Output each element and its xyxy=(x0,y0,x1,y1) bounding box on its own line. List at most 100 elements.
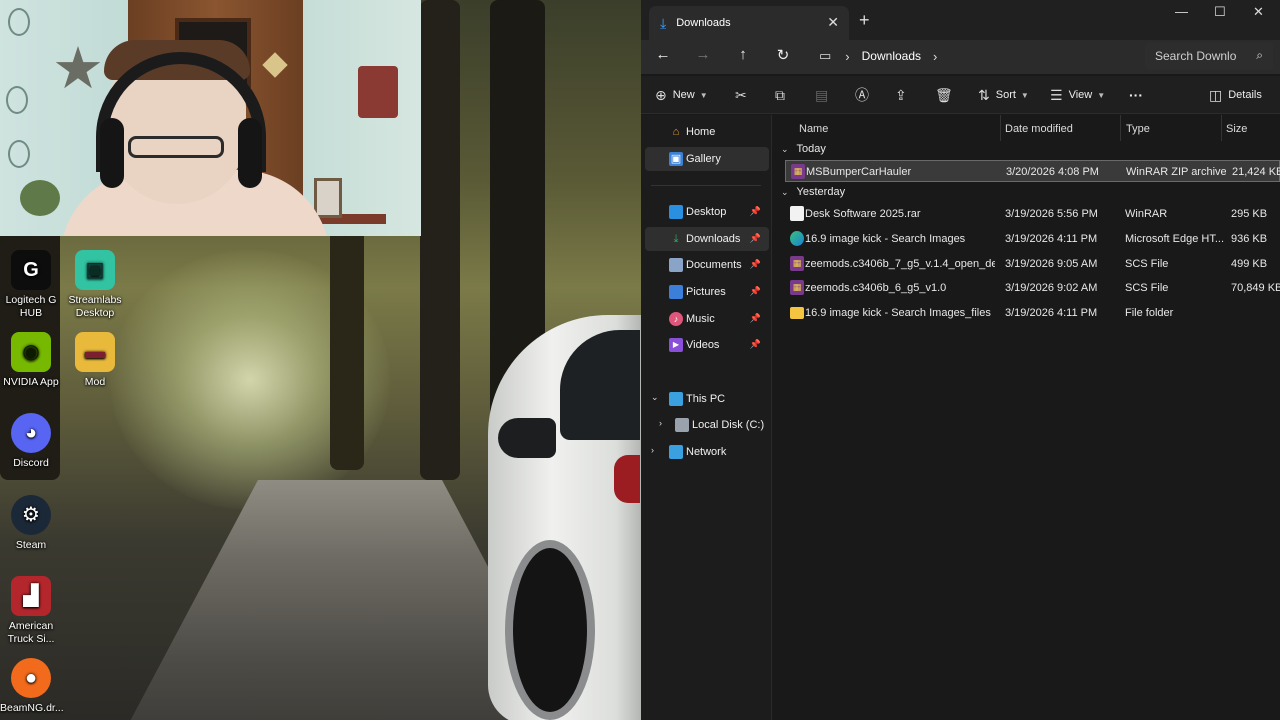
file-size: 499 KB xyxy=(1231,258,1268,270)
chevron-right-icon[interactable]: › xyxy=(651,445,654,455)
rename-button[interactable]: Ⓐ xyxy=(855,85,875,105)
group-label: Today xyxy=(796,143,826,155)
cut-button[interactable]: ✂ xyxy=(735,85,753,105)
new-tab-button[interactable]: + xyxy=(859,10,870,31)
file-type: Microsoft Edge HT... xyxy=(1125,233,1225,245)
desktop-shortcut-discord[interactable]: ◕ Discord xyxy=(0,413,62,470)
more-options-button[interactable]: ··· xyxy=(1129,85,1143,105)
photo-frame xyxy=(314,178,342,218)
file-list: Name Date modified Type Size ⌄ Today ▦ M… xyxy=(773,115,1280,720)
forward-button[interactable]: → xyxy=(691,46,715,68)
desktop-folder-mod[interactable]: ▬ Mod xyxy=(64,332,126,389)
nav-item-network[interactable]: › Network xyxy=(645,440,769,464)
file-icon xyxy=(790,206,804,221)
close-window-button[interactable]: ✕ xyxy=(1253,4,1264,20)
column-header-type[interactable]: Type xyxy=(1126,118,1150,140)
refresh-button[interactable]: ↻ xyxy=(771,46,795,68)
sort-label: Sort xyxy=(995,89,1016,101)
group-header-today[interactable]: ⌄ Today xyxy=(781,143,826,155)
chevron-right-icon[interactable]: › xyxy=(845,49,849,64)
sort-button[interactable]: ⇅ Sort ▼ xyxy=(978,85,1029,105)
desktop-shortcut-nvidia[interactable]: ◉ NVIDIA App xyxy=(0,332,62,389)
nav-item-desktop[interactable]: Desktop 📌 xyxy=(645,200,769,224)
desktop-shortcut-beamng[interactable]: ● BeamNG.dr... xyxy=(0,658,64,715)
desktop-shortcut-american-truck-simulator[interactable]: ▟ American Truck Si... xyxy=(0,576,62,646)
breadcrumb-downloads[interactable]: Downloads xyxy=(862,49,921,63)
desktop-shortcut-streamlabs[interactable]: ▣ Streamlabs Desktop xyxy=(64,250,126,320)
nav-item-local-disk[interactable]: › Local Disk (C:) xyxy=(645,413,769,437)
nav-label: This PC xyxy=(686,393,726,405)
delete-button[interactable]: 🗑 xyxy=(935,85,959,105)
column-divider[interactable] xyxy=(1221,115,1222,141)
tab-downloads[interactable]: ⤓ Downloads ✕ xyxy=(649,6,849,40)
file-date: 3/19/2026 4:11 PM xyxy=(1005,233,1098,245)
back-button[interactable]: ← xyxy=(651,46,675,68)
file-size: 936 KB xyxy=(1231,233,1268,245)
nav-item-this-pc[interactable]: ⌄ This PC xyxy=(645,387,769,411)
webcam-overlay: ★ xyxy=(0,0,421,236)
folder-icon xyxy=(790,307,804,319)
minimize-button[interactable]: — xyxy=(1175,4,1188,19)
download-icon: ⤓ xyxy=(673,233,679,245)
desktop-shortcut-logitech[interactable]: G Logitech G HUB xyxy=(0,250,62,320)
table-row[interactable]: 16.9 image kick - Search Images 3/19/202… xyxy=(785,228,1280,250)
wall-lamp xyxy=(8,8,30,36)
file-name: Desk Software 2025.rar xyxy=(805,208,921,220)
file-size: 21,424 KB xyxy=(1232,166,1280,178)
gallery-icon: ▣ xyxy=(669,152,683,166)
table-row[interactable]: ▦ zeemods.c3406b_7_g5_v.1.4_open_def 3/1… xyxy=(785,253,1280,275)
nav-item-pictures[interactable]: Pictures 📌 xyxy=(645,280,769,304)
navigation-pane: ⌂ Home ▣ Gallery Desktop 📌 ⤓ Downloads 📌… xyxy=(641,115,772,720)
breadcrumb[interactable]: ▭ › Downloads › xyxy=(811,42,1137,70)
nav-item-videos[interactable]: ▶ Videos 📌 xyxy=(645,333,769,357)
table-row[interactable]: ▦ zeemods.c3406b_6_g5_v1.0 3/19/2026 9:0… xyxy=(785,277,1280,299)
chevron-down-icon[interactable]: ⌄ xyxy=(651,392,659,403)
paste-button[interactable]: ▤ xyxy=(815,85,834,105)
desktop-shortcut-label: BeamNG.dr... xyxy=(0,702,64,714)
search-placeholder: Search Downlo xyxy=(1155,49,1237,63)
column-header-date-modified[interactable]: Date modified xyxy=(1005,118,1073,140)
view-icon: ☰ xyxy=(1050,86,1063,103)
nav-label: Documents xyxy=(686,259,742,271)
close-tab-icon[interactable]: ✕ xyxy=(827,14,839,31)
table-row[interactable]: 16.9 image kick - Search Images_files 3/… xyxy=(785,302,1280,324)
desktop-shortcut-steam[interactable]: ⚙ Steam xyxy=(0,495,62,552)
up-button[interactable]: ↑ xyxy=(731,46,755,68)
details-pane-button[interactable]: ◫ Details xyxy=(1209,85,1262,105)
wallpaper-car-wheel xyxy=(505,540,595,720)
chevron-right-icon[interactable]: › xyxy=(933,49,937,64)
view-button[interactable]: ☰ View ▼ xyxy=(1050,85,1105,105)
copy-button[interactable]: ⧉ xyxy=(775,85,791,105)
new-button[interactable]: ⊕ New ▼ xyxy=(655,85,708,105)
chevron-right-icon[interactable]: › xyxy=(659,418,662,428)
nav-item-documents[interactable]: Documents 📌 xyxy=(645,253,769,277)
streamlabs-icon: ▣ xyxy=(75,250,115,290)
tab-bar: ⤓ Downloads ✕ + — ☐ ✕ xyxy=(641,0,1280,40)
music-icon: ♪ xyxy=(669,312,683,326)
table-row[interactable]: Desk Software 2025.rar 3/19/2026 5:56 PM… xyxy=(785,203,1280,225)
nav-label: Network xyxy=(686,446,727,458)
nav-label: Downloads xyxy=(686,233,741,245)
maximize-button[interactable]: ☐ xyxy=(1214,4,1226,20)
share-button[interactable]: ⇪ xyxy=(895,85,913,105)
clipboard-icon: ▤ xyxy=(815,86,829,103)
search-input[interactable]: Search Downlo ⌕ xyxy=(1145,42,1273,70)
group-header-yesterday[interactable]: ⌄ Yesterday xyxy=(781,186,845,198)
column-header-name[interactable]: Name xyxy=(799,118,828,140)
drive-icon xyxy=(675,418,689,432)
table-row[interactable]: ▦ MSBumperCarHauler 3/20/2026 4:08 PM Wi… xyxy=(785,160,1280,182)
nav-item-gallery[interactable]: ▣ Gallery xyxy=(645,147,769,171)
sort-icon: ⇅ xyxy=(978,86,990,103)
nav-item-music[interactable]: ♪ Music 📌 xyxy=(645,307,769,331)
nav-item-downloads[interactable]: ⤓ Downloads 📌 xyxy=(645,227,769,251)
column-divider[interactable] xyxy=(1000,115,1001,141)
nav-label: Local Disk (C:) xyxy=(692,419,765,431)
column-header-size[interactable]: Size xyxy=(1226,118,1247,140)
beamng-icon: ● xyxy=(11,658,51,698)
desktop-shortcut-label: Logitech G HUB xyxy=(5,294,57,319)
discord-icon: ◕ xyxy=(11,413,51,453)
nav-item-home[interactable]: ⌂ Home xyxy=(645,120,769,144)
column-divider[interactable] xyxy=(1120,115,1121,141)
scs-icon: ▦ xyxy=(790,256,804,271)
pin-icon: 📌 xyxy=(749,313,761,323)
